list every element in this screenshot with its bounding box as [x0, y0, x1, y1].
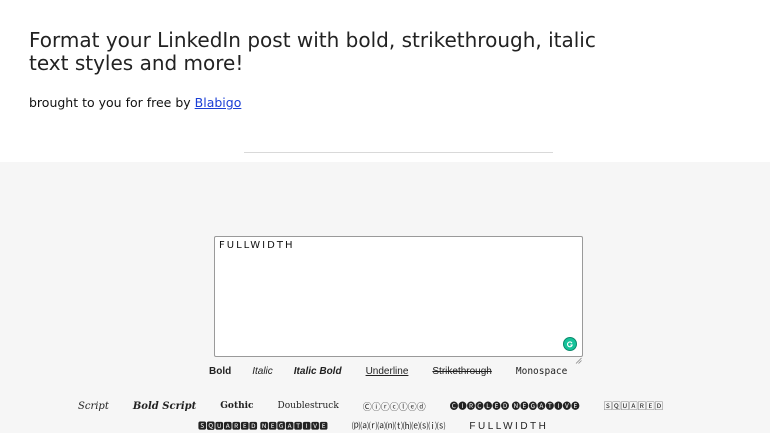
style-script-button[interactable]: Script — [78, 400, 109, 412]
style-parenthesis-button[interactable]: ⒫⒜⒭⒜⒩⒯⒣⒠⒮⒤⒮ — [352, 420, 446, 432]
resize-grip-icon[interactable] — [575, 349, 582, 364]
style-gothic-button[interactable]: Gothic — [220, 400, 253, 412]
style-fullwidth-button[interactable]: FULLWIDTH — [469, 420, 548, 432]
style-underline-button[interactable]: Underline — [366, 365, 409, 377]
style-bold-button[interactable]: Bold — [209, 365, 231, 377]
style-row-extra: 🆂🆀🆄🅰🆁🅴🅳 🅽🅴🅶🅰🆃🅸🆅🅴 ⒫⒜⒭⒜⒩⒯⒣⒠⒮⒤⒮ FULLWIDTH — [198, 420, 548, 432]
style-strikethrough-button[interactable]: Strikethrough — [432, 365, 491, 377]
style-italic-bold-button[interactable]: Italic Bold — [294, 365, 342, 377]
style-bold-script-button[interactable]: Bold Script — [133, 400, 196, 412]
divider — [244, 152, 553, 153]
style-monospace-button[interactable]: Monospace — [516, 365, 567, 377]
post-text-input[interactable] — [214, 236, 583, 357]
style-circled-negative-button[interactable]: 🅒🅘🅡🅒🅛🅔🅓 🅝🅔🅖🅐🅣🅘🅥🅔 — [450, 400, 580, 412]
style-row-basic: Bold Italic Italic Bold Underline Strike… — [209, 365, 567, 377]
style-squared-button[interactable]: 🅂🅀🅄🄰🅁🄴🄳 — [604, 400, 664, 412]
style-circled-button[interactable]: Ⓒⓘⓡⓒⓛⓔⓓ — [363, 400, 426, 412]
byline-text: brought to you for free by — [29, 95, 195, 110]
byline: brought to you for free by Blabigo — [29, 95, 241, 110]
hero-section: Format your LinkedIn post with bold, str… — [0, 0, 770, 162]
style-squared-negative-button[interactable]: 🆂🆀🆄🅰🆁🅴🅳 🅽🅴🅶🅰🆃🅸🆅🅴 — [198, 420, 328, 432]
page-title: Format your LinkedIn post with bold, str… — [29, 28, 596, 75]
blabigo-link[interactable]: Blabigo — [195, 95, 242, 110]
style-row-fancy: Script Bold Script Gothic Doublestruck Ⓒ… — [78, 400, 664, 413]
style-doublestruck-button[interactable]: Doublestruck — [278, 400, 339, 412]
style-italic-button[interactable]: Italic — [252, 365, 273, 377]
